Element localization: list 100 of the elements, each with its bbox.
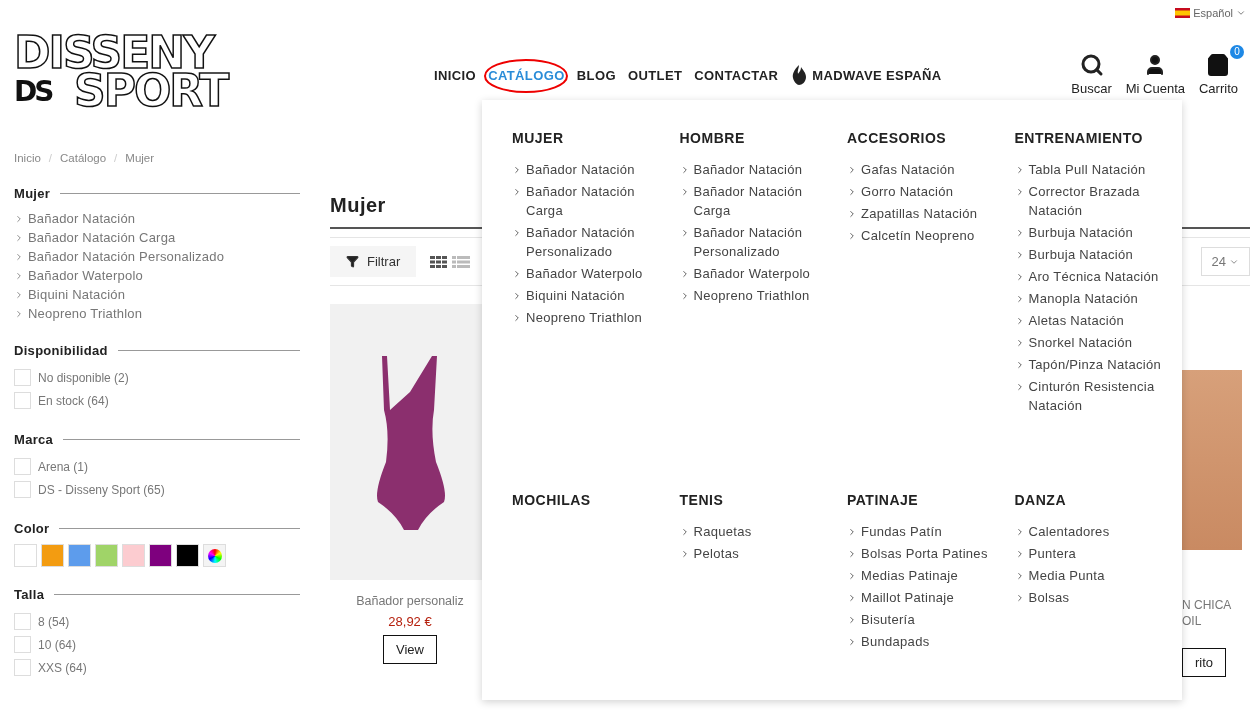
filter-option-label: Arena (1): [38, 459, 89, 474]
chevron-icon: [14, 232, 24, 243]
menu-link[interactable]: Medias Patinaje: [847, 566, 995, 585]
menu-link[interactable]: Neopreno Triathlon: [679, 286, 827, 305]
color-swatch[interactable]: [176, 544, 199, 567]
menu-link[interactable]: Bisutería: [847, 610, 995, 629]
category-link[interactable]: Biquini Natación: [14, 285, 300, 304]
menu-link[interactable]: Media Punta: [1014, 566, 1162, 585]
nav-link[interactable]: BLOG: [576, 67, 616, 83]
product-title[interactable]: OIL: [1182, 614, 1202, 628]
chevron-icon: [847, 637, 857, 647]
chevron-icon: [512, 269, 522, 279]
menu-link[interactable]: Puntera: [1014, 544, 1162, 563]
menu-link[interactable]: Bundapads: [847, 632, 995, 651]
chevron-icon: [847, 165, 857, 175]
breadcrumb-link[interactable]: Mujer: [125, 152, 155, 164]
checkbox[interactable]: [14, 458, 31, 475]
chevron-icon: [847, 549, 857, 559]
menu-link[interactable]: Tapón/Pinza Natación: [1014, 355, 1162, 374]
checkbox[interactable]: [14, 636, 31, 653]
color-swatch[interactable]: [68, 544, 91, 567]
chevron-icon: [847, 571, 857, 581]
menu-link[interactable]: Aro Técnica Natación: [1014, 267, 1162, 286]
menu-link[interactable]: Bañador Waterpolo: [512, 264, 660, 283]
menu-link[interactable]: Burbuja Natación: [1014, 245, 1162, 264]
checkbox[interactable]: [14, 659, 31, 676]
category-link[interactable]: Neopreno Triathlon: [14, 304, 300, 323]
chevron-icon: [847, 187, 857, 197]
filter-heading: Color: [14, 521, 50, 536]
filter-option-label: En stock (64): [38, 393, 109, 408]
filter-icon: [346, 255, 359, 268]
menu-heading[interactable]: PATINAJE: [847, 492, 995, 508]
menu-heading[interactable]: HOMBRE: [679, 130, 827, 146]
search-icon: [1079, 52, 1104, 77]
menu-link[interactable]: Maillot Patinaje: [847, 588, 995, 607]
checkbox[interactable]: [14, 369, 31, 386]
color-swatch[interactable]: [149, 544, 172, 567]
multicolor-swatch[interactable]: [203, 544, 226, 567]
color-swatch[interactable]: [14, 544, 37, 567]
breadcrumb-link[interactable]: Inicio: [14, 152, 41, 164]
menu-link[interactable]: Cinturón Resistencia Natación: [1014, 377, 1162, 415]
menu-link[interactable]: Aletas Natación: [1014, 311, 1162, 330]
menu-link[interactable]: Fundas Patín: [847, 522, 995, 541]
menu-heading[interactable]: MUJER: [512, 130, 660, 146]
per-page-select[interactable]: 24: [1200, 247, 1250, 276]
menu-link[interactable]: Calcetín Neopreno: [847, 226, 995, 245]
menu-link[interactable]: Snorkel Natación: [1014, 333, 1162, 352]
chevron-icon: [847, 527, 857, 537]
menu-link[interactable]: Zapatillas Natación: [847, 204, 995, 223]
spain-flag-icon: [1175, 8, 1191, 18]
nav-link[interactable]: CONTACTAR: [694, 67, 779, 83]
nav-link[interactable]: OUTLET: [627, 67, 683, 83]
cart-button[interactable]: rito: [1182, 648, 1227, 677]
grid-view-icon[interactable]: [430, 255, 471, 268]
menu-link[interactable]: Bolsas: [1014, 588, 1162, 607]
category-link[interactable]: Bañador Natación: [14, 209, 300, 228]
photo-placeholder[interactable]: [1182, 370, 1242, 550]
checkbox[interactable]: [14, 392, 31, 409]
logo[interactable]: DISSENY DS SPORT: [14, 31, 294, 113]
category-link[interactable]: Bañador Natación Carga: [14, 228, 300, 247]
search-link[interactable]: Buscar: [1065, 44, 1118, 96]
language-selector[interactable]: Español: [1175, 4, 1246, 22]
category-link[interactable]: Bañador Waterpolo: [14, 266, 300, 285]
menu-link[interactable]: Pelotas: [679, 544, 827, 563]
menu-link[interactable]: Calentadores: [1014, 522, 1162, 541]
menu-link[interactable]: Manopla Natación: [1014, 289, 1162, 308]
category-link[interactable]: Bañador Natación Personalizado: [14, 247, 300, 266]
chevron-icon: [847, 615, 857, 625]
product-title[interactable]: Bañador personaliz: [356, 594, 464, 608]
menu-link[interactable]: Biquini Natación: [512, 286, 660, 305]
color-swatch[interactable]: [122, 544, 145, 567]
checkbox[interactable]: [14, 613, 31, 630]
filter-button[interactable]: Filtrar: [330, 246, 417, 277]
checkbox[interactable]: [14, 481, 31, 498]
cart-link[interactable]: Carrito 0: [1193, 44, 1244, 96]
nav-link[interactable]: INICIO: [434, 67, 477, 83]
menu-heading[interactable]: ACCESORIOS: [847, 130, 995, 146]
account-link[interactable]: Mi Cuenta: [1119, 44, 1191, 96]
menu-link[interactable]: Neopreno Triathlon: [512, 308, 660, 327]
nav-link[interactable]: MADWAVE ESPAÑA: [790, 65, 942, 85]
view-button[interactable]: View: [383, 635, 437, 664]
menu-heading[interactable]: TENIS: [679, 492, 827, 508]
chevron-down-icon: [1236, 8, 1246, 18]
menu-heading[interactable]: MOCHILAS: [512, 492, 660, 508]
menu-link[interactable]: Bañador Waterpolo: [679, 264, 827, 283]
chevron-icon: [14, 213, 24, 224]
menu-heading[interactable]: ENTRENAMIENTO: [1014, 130, 1162, 146]
cart-count-badge: 0: [1230, 44, 1244, 59]
menu-link[interactable]: Tabla Pull Natación: [1014, 160, 1162, 179]
color-swatch[interactable]: [95, 544, 118, 567]
menu-link[interactable]: Bañador Natación: [512, 160, 660, 179]
product-title[interactable]: N CHICA: [1182, 598, 1232, 612]
menu-heading[interactable]: DANZA: [1014, 492, 1162, 508]
menu-link[interactable]: Raquetas: [679, 522, 827, 541]
menu-link[interactable]: Bañador Natación: [679, 160, 827, 179]
chevron-icon: [847, 593, 857, 603]
color-swatch[interactable]: [41, 544, 64, 567]
menu-link[interactable]: Bolsas Porta Patines: [847, 544, 995, 563]
menu-link[interactable]: Gafas Natación: [847, 160, 995, 179]
breadcrumb-link[interactable]: Catálogo: [60, 152, 107, 164]
